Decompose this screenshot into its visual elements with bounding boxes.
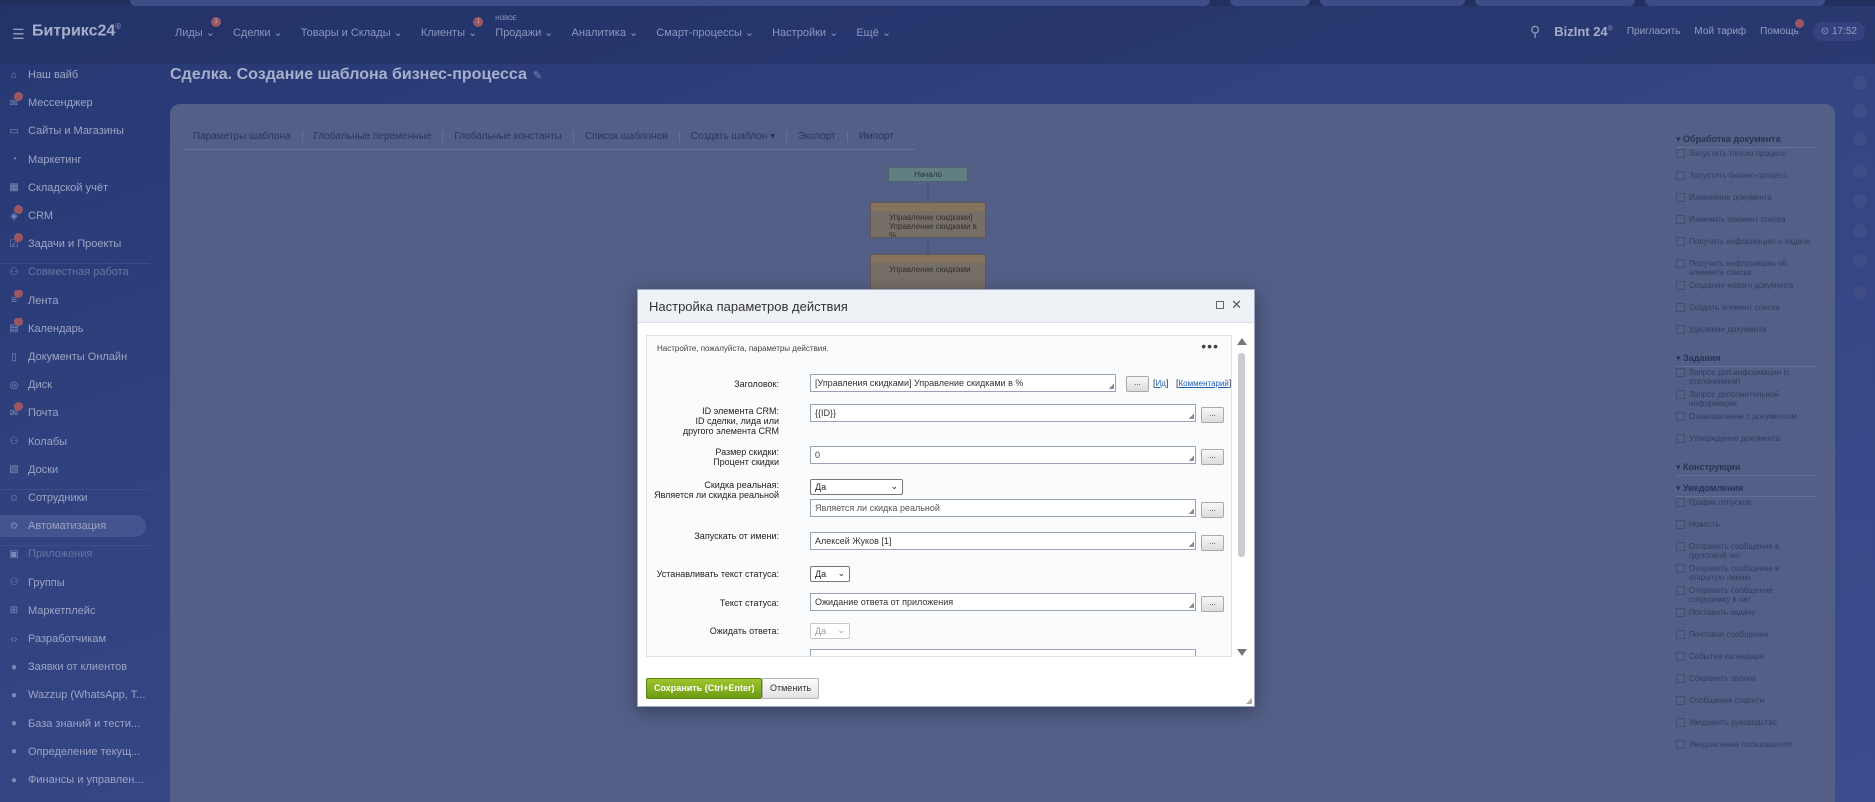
dialog-title: Настройка параметров действия — [649, 299, 848, 314]
run-as-label: Запускать от имени: — [694, 531, 779, 541]
real-discount-label: Скидка реальная: Является ли скидка реаль… — [654, 480, 779, 500]
set-status-select[interactable]: Да ⌄ — [810, 566, 850, 582]
status-text-label: Текст статуса: — [719, 598, 779, 608]
scroll-thumb[interactable] — [1238, 353, 1245, 557]
discount-ellipsis-button[interactable]: ... — [1201, 449, 1224, 465]
dialog-body: Настройте, пожалуйста, параметры действи… — [646, 335, 1232, 657]
set-status-label: Устанавливать текст статуса: — [656, 569, 779, 579]
crm-id-ellipsis-button[interactable]: ... — [1201, 407, 1224, 423]
dialog-header: Настройка параметров действия ✕ — [638, 290, 1254, 323]
real-discount-input[interactable]: Является ли скидка реальной ◢ — [810, 499, 1196, 517]
discount-input[interactable]: 0 ◢ — [810, 446, 1196, 464]
cancel-button[interactable]: Отменить — [762, 678, 820, 699]
real-discount-select[interactable]: Да ⌄ — [810, 479, 903, 495]
real-discount-sublabel: Является ли скидка реальной — [654, 490, 779, 500]
resize-handle-icon[interactable]: ◢ — [1246, 696, 1252, 705]
maximize-icon[interactable] — [1216, 301, 1224, 309]
dialog-hint: Настройте, пожалуйста, параметры действи… — [657, 344, 829, 353]
status-text-ellipsis-button[interactable]: ... — [1201, 596, 1224, 612]
chevron-down-icon: ⌄ — [890, 481, 898, 491]
dialog-scrollbar[interactable] — [1235, 338, 1248, 656]
scroll-down-icon[interactable] — [1237, 649, 1247, 656]
run-as-input[interactable]: Алексей Жуков [1] ◢ — [810, 532, 1196, 550]
run-as-ellipsis-button[interactable]: ... — [1201, 535, 1224, 551]
chevron-down-icon: ⌄ — [837, 568, 845, 578]
close-icon[interactable]: ✕ — [1231, 297, 1242, 313]
next-field-input[interactable] — [810, 649, 1196, 656]
scroll-up-icon[interactable] — [1237, 338, 1247, 345]
crm-id-sublabel: ID сделки, лида или другого элемента CRM — [682, 416, 779, 436]
crm-id-label: ID элемента CRM: ID сделки, лида или друг… — [675, 406, 779, 436]
action-settings-dialog: Настройка параметров действия ✕ Настройт… — [637, 289, 1255, 707]
chevron-down-icon: ⌄ — [837, 625, 845, 635]
title-ellipsis-button[interactable]: ... — [1126, 376, 1149, 392]
crm-id-input[interactable]: {{ID}} ◢ — [810, 404, 1196, 422]
status-text-input[interactable]: Ожидание ответа от приложения ◢ — [810, 593, 1196, 611]
title-label: Заголовок: — [734, 379, 779, 389]
title-comment-link[interactable]: Комментарий — [1179, 379, 1229, 388]
more-icon[interactable]: ••• — [1201, 338, 1219, 354]
save-button[interactable]: Сохранить (Ctrl+Enter) — [646, 678, 763, 699]
real-discount-ellipsis-button[interactable]: ... — [1201, 502, 1224, 518]
wait-response-select[interactable]: Да ⌄ — [810, 623, 850, 639]
discount-sublabel: Процент скидки — [713, 457, 779, 467]
discount-label: Размер скидки: Процент скидки — [713, 447, 779, 467]
wait-response-label: Ожидать ответа: — [709, 626, 779, 636]
title-id-link[interactable]: Ид — [1156, 379, 1166, 388]
title-input[interactable]: [Управления скидками] Управление скидкам… — [810, 374, 1116, 392]
